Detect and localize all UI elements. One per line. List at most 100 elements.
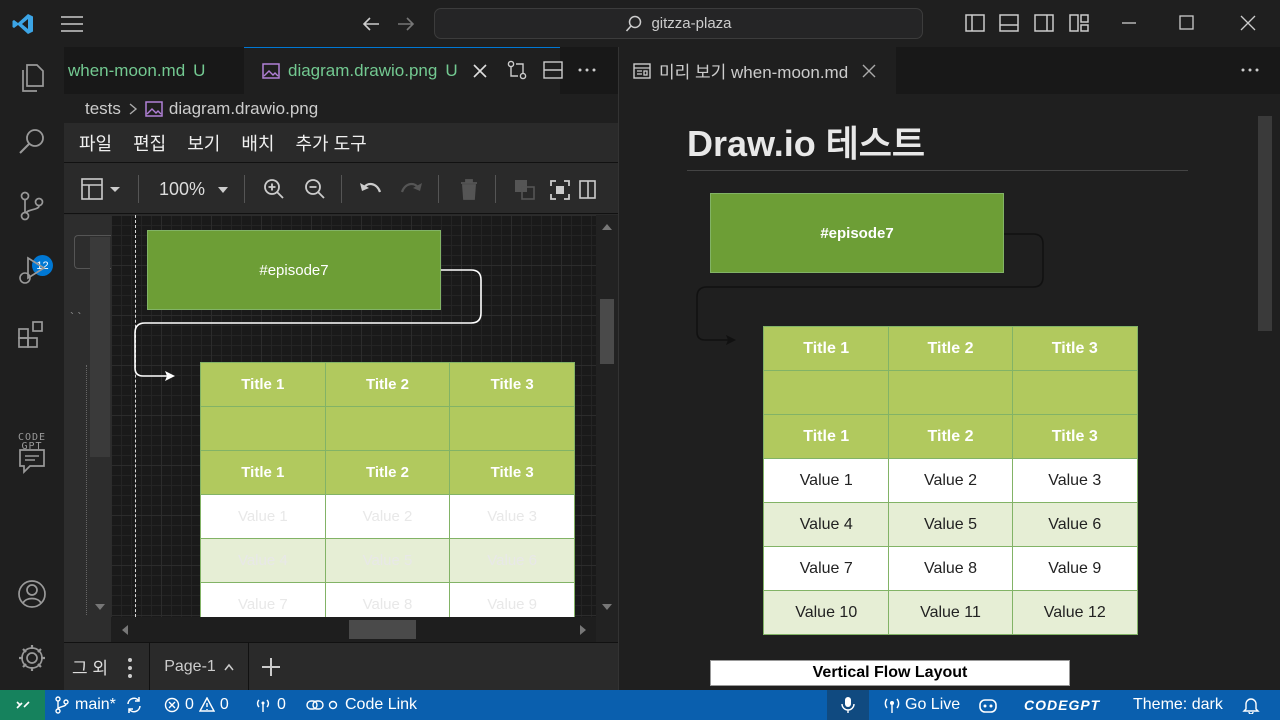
customize-layout-icon[interactable] — [1068, 12, 1090, 34]
close-window-icon[interactable] — [1237, 12, 1259, 34]
left-editor-tabs: when-moon.md U diagram.drawio.png U — [64, 47, 618, 94]
copilot-icon[interactable] — [978, 690, 998, 720]
code-link-indicator[interactable]: Code Link — [306, 690, 417, 720]
more-shapes-label[interactable]: 그 외 — [72, 654, 108, 679]
redo-icon[interactable] — [399, 179, 423, 199]
diagram-canvas[interactable]: #episode7 Title 1 Title 2 Title 3 Title 1 Ti… — [111, 215, 596, 642]
vertical-flow-layout-label: Vertical Flow Layout — [710, 660, 1070, 686]
table-header-cell: Title 1 — [200, 450, 326, 495]
table-empty-cell — [888, 370, 1013, 415]
forward-arrow-icon[interactable] — [395, 13, 417, 35]
zoom-out-icon[interactable] — [304, 178, 326, 200]
table-empty-cell — [449, 406, 575, 451]
right-editor-tabs: 미리 보기 when-moon.md — [619, 47, 1280, 94]
split-editor-icon[interactable] — [542, 59, 564, 81]
to-front-icon[interactable] — [514, 179, 536, 201]
add-page-icon[interactable] — [260, 656, 282, 678]
drawio-canvas-area: ` ` #episode7 Title 1 Title 2 Title 3 Title… — [64, 215, 618, 642]
scroll-left-arrow-icon[interactable] — [121, 624, 129, 636]
scroll-down-arrow-icon[interactable] — [94, 603, 106, 611]
table-cell: Value 10 — [762, 590, 890, 635]
close-tab-icon[interactable] — [472, 63, 488, 79]
tab-preview-when-moon[interactable]: 미리 보기 when-moon.md — [619, 47, 896, 94]
branch-indicator[interactable]: main* — [54, 690, 143, 720]
drawio-table[interactable]: Title 1 Title 2 Title 3 Title 1 Title 2 Title… — [200, 362, 575, 627]
scroll-down-arrow-icon[interactable] — [601, 603, 613, 611]
settings-gear-icon[interactable] — [16, 642, 48, 674]
remote-indicator[interactable] — [0, 690, 45, 720]
toggle-primary-sidebar-icon[interactable] — [964, 12, 986, 34]
scroll-thumb[interactable] — [600, 299, 614, 364]
episode-shape[interactable]: #episode7 — [147, 230, 441, 310]
table-cell: Value 7 — [762, 546, 890, 591]
heading-rule — [687, 170, 1188, 171]
compare-changes-icon[interactable] — [506, 59, 528, 81]
go-live-button[interactable]: Go Live — [884, 690, 960, 720]
more-actions-icon[interactable] — [1239, 59, 1261, 81]
menu-arrange[interactable]: 배치 — [241, 130, 274, 156]
scroll-right-arrow-icon[interactable] — [579, 624, 587, 636]
image-file-icon — [145, 100, 163, 117]
back-arrow-icon[interactable] — [360, 13, 382, 35]
maximize-icon[interactable] — [1176, 12, 1198, 34]
breadcrumb-file[interactable]: diagram.drawio.png — [169, 99, 318, 119]
explorer-icon[interactable] — [16, 62, 48, 94]
canvas-vertical-scrollbar[interactable] — [596, 215, 618, 642]
image-file-icon — [262, 63, 280, 79]
sidebar-scrollbar[interactable] — [90, 237, 110, 457]
menu-extras[interactable]: 추가 도구 — [296, 130, 367, 156]
notifications-bell-icon[interactable] — [1242, 690, 1260, 720]
table-header-row: Title 1 Title 2 Title 3 — [200, 450, 575, 495]
ports-indicator[interactable]: 0 — [254, 690, 286, 720]
more-actions-icon[interactable] — [576, 59, 598, 81]
scroll-up-arrow-icon[interactable] — [601, 223, 613, 231]
scroll-thumb[interactable] — [349, 620, 416, 639]
minimize-icon[interactable] — [1118, 12, 1140, 34]
theme-indicator[interactable]: Theme: dark — [1133, 690, 1223, 720]
table-header-cell: Title 1 — [762, 414, 890, 459]
breadcrumb-folder[interactable]: tests — [85, 99, 121, 119]
menu-icon[interactable] — [60, 14, 84, 34]
fit-page-icon[interactable] — [549, 179, 571, 201]
page-tab[interactable]: Page-1 — [149, 643, 249, 690]
table-cell: Value 5 — [324, 538, 451, 583]
sync-icon[interactable] — [125, 696, 143, 714]
menu-file[interactable]: 파일 — [79, 130, 112, 156]
codegpt-status[interactable]: CODEGPT — [1024, 690, 1100, 720]
chevron-right-icon — [129, 102, 137, 115]
table-header-cell: Title 3 — [1011, 414, 1139, 459]
problems-indicator[interactable]: 0 0 — [164, 690, 229, 720]
command-center-search[interactable]: gitzza-plaza — [434, 8, 923, 39]
code-link-label: Code Link — [345, 696, 418, 713]
undo-icon[interactable] — [359, 179, 383, 199]
menu-edit[interactable]: 편집 — [133, 130, 166, 156]
format-panel-icon[interactable] — [80, 177, 124, 201]
toggle-format-icon[interactable] — [578, 179, 598, 201]
source-control-icon[interactable] — [16, 190, 48, 222]
table-header-cell: Title 3 — [1011, 326, 1139, 371]
search-icon[interactable] — [16, 126, 48, 158]
toggle-secondary-sidebar-icon[interactable] — [1033, 12, 1055, 34]
chat-icon[interactable] — [16, 445, 48, 477]
zoom-select[interactable]: 100% — [159, 179, 229, 200]
zoom-in-icon[interactable] — [263, 178, 285, 200]
drawio-page-bar: 그 외 Page-1 — [64, 642, 618, 690]
account-icon[interactable] — [16, 578, 48, 610]
microphone-button[interactable] — [827, 690, 869, 720]
pages-menu-icon[interactable] — [126, 657, 134, 679]
table-header-row: Title 1 Title 2 Title 3 — [762, 414, 1139, 459]
toggle-panel-icon[interactable] — [998, 12, 1020, 34]
canvas-horizontal-scrollbar[interactable] — [111, 617, 596, 642]
extensions-icon[interactable] — [16, 318, 48, 350]
close-tab-icon[interactable] — [862, 64, 876, 78]
preview-scrollbar[interactable] — [1258, 116, 1272, 331]
delete-icon[interactable] — [458, 178, 480, 200]
zoom-value: 100% — [159, 179, 206, 199]
untracked-status: U — [445, 61, 458, 80]
run-debug-icon[interactable] — [16, 254, 48, 286]
menu-view[interactable]: 보기 — [187, 130, 220, 156]
table-row: Value 4 Value 5 Value 6 — [762, 502, 1139, 547]
table-header-row: Title 1 Title 2 Title 3 — [762, 326, 1139, 371]
chevron-up-icon — [224, 663, 234, 670]
tab-when-moon-md[interactable]: when-moon.md U — [64, 47, 244, 94]
